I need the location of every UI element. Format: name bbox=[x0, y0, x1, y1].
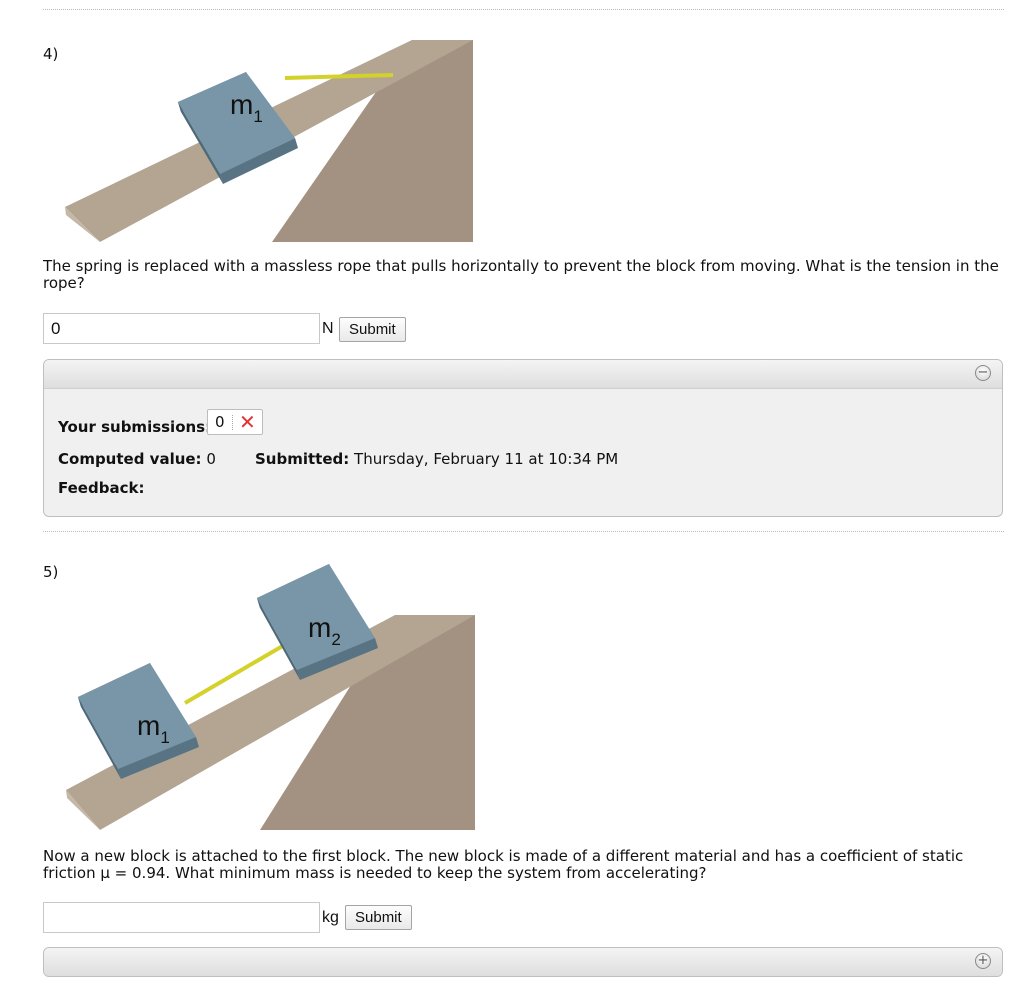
panel-header[interactable]: − bbox=[44, 360, 1002, 389]
question-4-feedback-panel: − Your submissions: 0 ✕ Computed value: … bbox=[43, 359, 1003, 517]
feedback-label: Feedback: bbox=[58, 479, 145, 497]
question-4-figure: m1 bbox=[65, 40, 473, 242]
top-divider bbox=[43, 9, 1004, 10]
submission-value: 0 bbox=[215, 413, 225, 431]
submissions-label: Your submissions: bbox=[58, 418, 212, 436]
question-5-unit: kg bbox=[322, 909, 339, 926]
question-4-unit: N bbox=[322, 320, 334, 337]
panel-header[interactable]: + bbox=[44, 948, 1002, 976]
question-5-answer-input[interactable] bbox=[43, 902, 320, 933]
minus-circle-icon[interactable]: − bbox=[975, 365, 991, 381]
question-5-figure: m2 m1 bbox=[66, 564, 475, 830]
submitted-label: Submitted: bbox=[255, 450, 350, 468]
question-4-number: 4) bbox=[43, 45, 59, 63]
question-5-feedback-panel: + bbox=[43, 947, 1003, 977]
question-4-text: The spring is replaced with a massless r… bbox=[43, 257, 999, 292]
computed-value: 0 bbox=[206, 450, 216, 468]
question-5-text: Now a new block is attached to the first… bbox=[43, 847, 964, 882]
section-divider bbox=[43, 531, 1004, 532]
question-4-answer-input[interactable] bbox=[43, 313, 320, 344]
question-5-number: 5) bbox=[43, 563, 59, 581]
question-4-submit-button[interactable]: Submit bbox=[339, 317, 406, 342]
red-x-icon: ✕ bbox=[239, 410, 256, 434]
computed-label: Computed value: bbox=[58, 450, 202, 468]
submitted-value: Thursday, February 11 at 10:34 PM bbox=[354, 450, 619, 468]
panel-body: Your submissions: 0 ✕ Computed value: 0 … bbox=[44, 389, 1002, 516]
submission-chip[interactable]: 0 ✕ bbox=[207, 409, 263, 435]
question-5-submit-button[interactable]: Submit bbox=[345, 905, 412, 930]
plus-circle-icon[interactable]: + bbox=[975, 953, 991, 969]
